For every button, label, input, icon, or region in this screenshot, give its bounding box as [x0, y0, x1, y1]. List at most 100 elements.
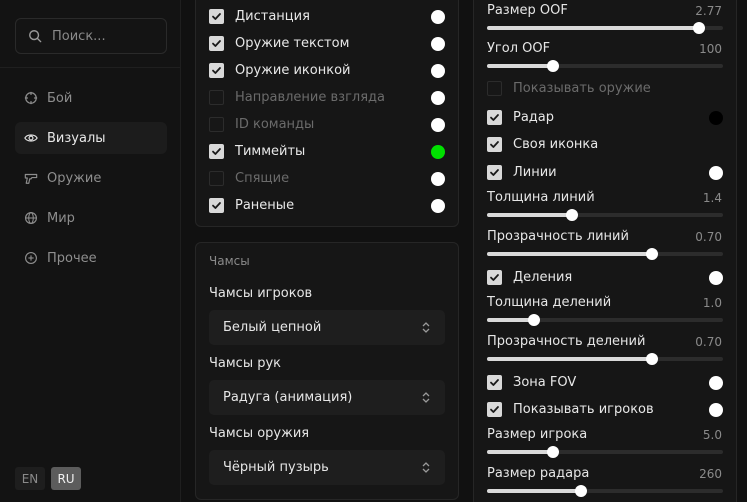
- slider-value-player-size: 5.0: [702, 428, 722, 442]
- sidebar-item-label: Мир: [47, 210, 75, 226]
- checkbox-label: Зона FOV: [513, 375, 577, 390]
- slider-label-line-width: Толщина линий: [487, 190, 595, 205]
- color-picker-swatch[interactable]: [431, 37, 445, 51]
- sidebar-item-weapons[interactable]: Оружие: [15, 162, 167, 194]
- checkbox-checked[interactable]: [487, 137, 502, 152]
- sidebar-item-combat[interactable]: Бой: [15, 82, 167, 114]
- checkbox-checked[interactable]: [209, 198, 224, 213]
- weapon-chams-label: Чамсы оружия: [209, 426, 310, 441]
- radar-toggle-radar[interactable]: Радар: [487, 110, 554, 125]
- radar-toggle-divisions[interactable]: Деления: [487, 270, 572, 285]
- radar-toggle-show-players[interactable]: Показывать игроков: [487, 402, 654, 417]
- checkbox-checked[interactable]: [209, 9, 224, 24]
- checkbox-unchecked[interactable]: [209, 117, 224, 132]
- player-chams-value: Белый цепной: [223, 320, 322, 335]
- color-picker-swatch[interactable]: [431, 64, 445, 78]
- language-en-button[interactable]: EN: [15, 467, 45, 490]
- slider-thumb[interactable]: [547, 60, 560, 72]
- sidebar-item-label: Оружие: [47, 170, 102, 186]
- hands-chams-label: Чамсы рук: [209, 356, 282, 371]
- sidebar-item-visuals[interactable]: Визуалы: [15, 122, 167, 154]
- slider-line-width[interactable]: [487, 209, 723, 221]
- checkbox-label: Направление взгляда: [235, 90, 385, 105]
- slider-label-line-opacity: Прозрачность линий: [487, 229, 629, 244]
- color-picker-swatch[interactable]: [431, 172, 445, 186]
- slider-value-oof-angle: 100: [699, 42, 722, 56]
- checkbox-unchecked[interactable]: [487, 81, 502, 96]
- esp-option-row[interactable]: Тиммейты: [209, 144, 305, 159]
- slider-fill: [487, 489, 582, 493]
- slider-thumb[interactable]: [547, 446, 560, 458]
- radar-toggle-lines[interactable]: Линии: [487, 165, 557, 180]
- checkbox-checked[interactable]: [487, 165, 502, 180]
- search-icon: [29, 30, 42, 43]
- esp-option-row[interactable]: Раненые: [209, 198, 294, 213]
- chams-section-title: Чамсы: [209, 254, 250, 268]
- checkbox-checked[interactable]: [209, 144, 224, 159]
- slider-oof-angle[interactable]: [487, 60, 723, 72]
- checkbox-unchecked[interactable]: [209, 171, 224, 186]
- search-box[interactable]: [15, 18, 167, 54]
- color-picker-swatch[interactable]: [431, 91, 445, 105]
- color-picker-swatch[interactable]: [709, 376, 723, 390]
- slider-oof-size[interactable]: [487, 22, 723, 34]
- checkbox-label: Оружие иконкой: [235, 63, 351, 78]
- checkbox-label: Показывать оружие: [513, 81, 651, 96]
- slider-label-oof-size: Размер OOF: [487, 3, 568, 18]
- sidebar-item-label: Бой: [47, 90, 73, 106]
- esp-option-row[interactable]: Оружие текстом: [209, 36, 349, 51]
- slider-value-line-width: 1.4: [702, 191, 722, 205]
- hands-chams-select[interactable]: Радуга (анимация): [209, 380, 445, 415]
- chevron-updown-icon: [422, 462, 430, 473]
- player-chams-select[interactable]: Белый цепной: [209, 310, 445, 345]
- slider-div-width[interactable]: [487, 314, 723, 326]
- color-picker-swatch[interactable]: [709, 111, 723, 125]
- color-picker-swatch[interactable]: [431, 10, 445, 24]
- weapon-chams-select[interactable]: Чёрный пузырь: [209, 450, 445, 485]
- player-chams-label: Чамсы игроков: [209, 286, 313, 301]
- color-picker-swatch[interactable]: [709, 271, 723, 285]
- checkbox-checked[interactable]: [487, 110, 502, 125]
- radar-toggle-own-icon[interactable]: Своя иконка: [487, 137, 598, 152]
- slider-fill: [487, 357, 653, 361]
- esp-option-row[interactable]: ID команды: [209, 117, 314, 132]
- checkbox-checked[interactable]: [209, 36, 224, 51]
- checkbox-checked[interactable]: [487, 270, 502, 285]
- chevron-updown-icon: [422, 392, 430, 403]
- color-picker-swatch[interactable]: [709, 403, 723, 417]
- radar-toggle-show-weapon[interactable]: Показывать оружие: [487, 81, 651, 96]
- esp-option-row[interactable]: Дистанция: [209, 9, 310, 24]
- checkbox-checked[interactable]: [487, 402, 502, 417]
- sidebar-item-world[interactable]: Мир: [15, 202, 167, 234]
- radar-toggle-fov-zone[interactable]: Зона FOV: [487, 375, 576, 390]
- sidebar-item-misc[interactable]: Прочее: [15, 242, 167, 274]
- slider-value-oof-size: 2.77: [695, 4, 722, 18]
- slider-label-player-size: Размер игрока: [487, 427, 588, 442]
- checkbox-label: Тиммейты: [235, 144, 306, 159]
- checkbox-unchecked[interactable]: [209, 90, 224, 105]
- language-ru-button[interactable]: RU: [51, 467, 81, 490]
- esp-option-row[interactable]: Направление взгляда: [209, 90, 385, 105]
- slider-radar-size[interactable]: [487, 485, 723, 497]
- color-picker-swatch[interactable]: [431, 199, 445, 213]
- esp-option-row[interactable]: Оружие иконкой: [209, 63, 350, 78]
- color-picker-swatch[interactable]: [709, 166, 723, 180]
- slider-value-div-width: 1.0: [702, 296, 722, 310]
- slider-thumb[interactable]: [565, 209, 578, 221]
- weapon-chams-value: Чёрный пузырь: [223, 460, 329, 475]
- sidebar-item-label: Визуалы: [47, 130, 106, 146]
- esp-panel: [195, 0, 459, 227]
- slider-label-div-width: Толщина делений: [487, 295, 612, 310]
- slider-line-opacity[interactable]: [487, 248, 723, 260]
- checkbox-checked[interactable]: [209, 63, 224, 78]
- color-picker-swatch[interactable]: [431, 145, 445, 159]
- slider-div-opacity[interactable]: [487, 353, 723, 365]
- search-input[interactable]: [52, 28, 162, 44]
- color-picker-swatch[interactable]: [431, 118, 445, 132]
- slider-fill: [487, 318, 535, 322]
- esp-option-row[interactable]: Спящие: [209, 171, 289, 186]
- slider-fill: [487, 64, 554, 68]
- slider-player-size[interactable]: [487, 446, 723, 458]
- checkbox-label: Спящие: [235, 171, 290, 186]
- checkbox-checked[interactable]: [487, 375, 502, 390]
